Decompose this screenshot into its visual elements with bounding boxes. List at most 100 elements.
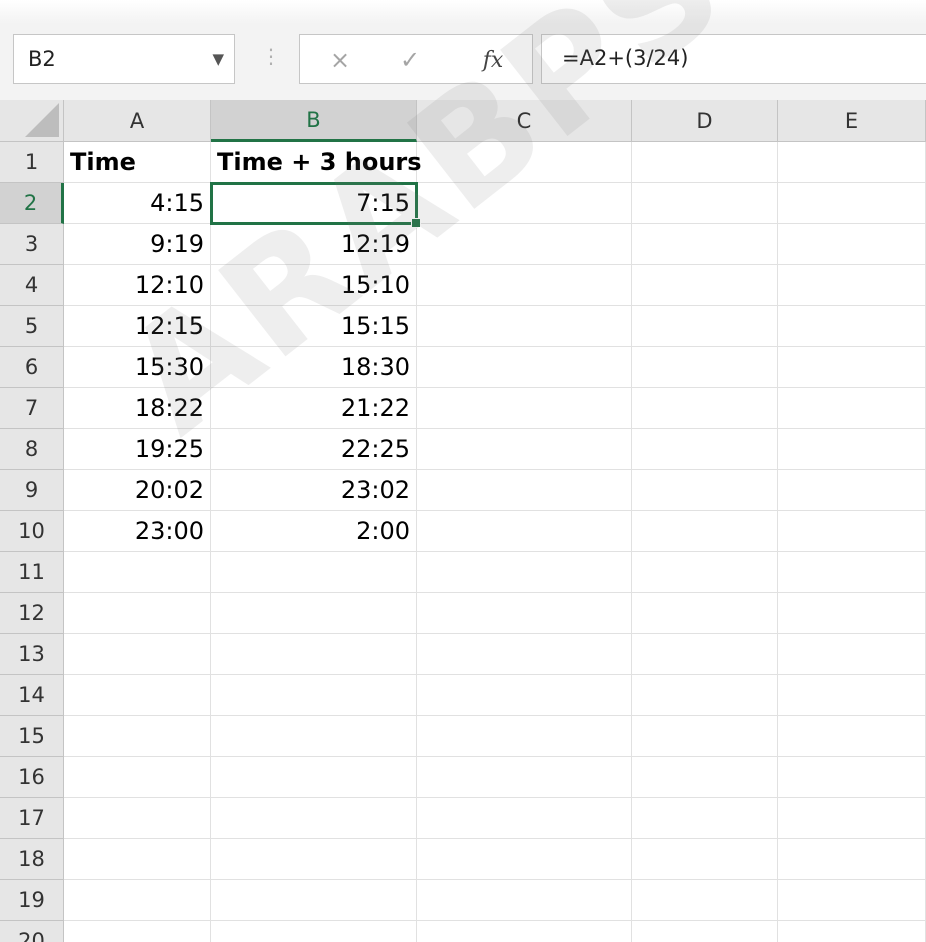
row-header-14[interactable]: 14 [0,675,64,716]
cell-c11[interactable] [417,552,632,593]
cell-a7[interactable]: 18:22 [64,388,211,429]
grip-dots-icon[interactable]: ⋮ [261,44,281,68]
cell-e12[interactable] [778,593,926,634]
cell-c4[interactable] [417,265,632,306]
name-box[interactable]: B2 ▼ [13,34,235,84]
cell-c8[interactable] [417,429,632,470]
cell-d10[interactable] [632,511,778,552]
cell-c6[interactable] [417,347,632,388]
cell-b5[interactable]: 15:15 [211,306,417,347]
close-icon[interactable]: × [320,35,360,85]
cell-b10[interactable]: 2:00 [211,511,417,552]
cell-c3[interactable] [417,224,632,265]
cell-a3[interactable]: 9:19 [64,224,211,265]
cell-a19[interactable] [64,880,211,921]
cell-c5[interactable] [417,306,632,347]
cell-d16[interactable] [632,757,778,798]
cell-e17[interactable] [778,798,926,839]
cell-d1[interactable] [632,142,778,183]
row-header-11[interactable]: 11 [0,552,64,593]
cell-c13[interactable] [417,634,632,675]
row-header-10[interactable]: 10 [0,511,64,552]
column-header-c[interactable]: C [417,100,632,142]
cell-e11[interactable] [778,552,926,593]
cell-a14[interactable] [64,675,211,716]
cell-d4[interactable] [632,265,778,306]
row-header-1[interactable]: 1 [0,142,64,183]
row-header-2[interactable]: 2 [0,183,64,224]
column-header-d[interactable]: D [632,100,778,142]
cell-b8[interactable]: 22:25 [211,429,417,470]
cell-e8[interactable] [778,429,926,470]
row-header-20[interactable]: 20 [0,921,64,942]
row-header-6[interactable]: 6 [0,347,64,388]
cell-c15[interactable] [417,716,632,757]
cell-d14[interactable] [632,675,778,716]
cell-d19[interactable] [632,880,778,921]
cell-a5[interactable]: 12:15 [64,306,211,347]
row-header-4[interactable]: 4 [0,265,64,306]
cell-d2[interactable] [632,183,778,224]
cell-b17[interactable] [211,798,417,839]
cell-d18[interactable] [632,839,778,880]
cell-e20[interactable] [778,921,926,942]
cell-e19[interactable] [778,880,926,921]
cell-d5[interactable] [632,306,778,347]
cell-c9[interactable] [417,470,632,511]
cell-d11[interactable] [632,552,778,593]
cell-a11[interactable] [64,552,211,593]
cell-b1[interactable]: Time + 3 hours [211,142,422,183]
cell-b18[interactable] [211,839,417,880]
row-header-3[interactable]: 3 [0,224,64,265]
cell-e2[interactable] [778,183,926,224]
cell-c16[interactable] [417,757,632,798]
cell-c19[interactable] [417,880,632,921]
column-header-e[interactable]: E [778,100,926,142]
row-header-7[interactable]: 7 [0,388,64,429]
cell-c7[interactable] [417,388,632,429]
cell-c12[interactable] [417,593,632,634]
cell-e1[interactable] [778,142,926,183]
formula-input[interactable]: =A2+(3/24) [541,34,926,84]
column-header-a[interactable]: A [64,100,211,142]
cell-e9[interactable] [778,470,926,511]
fx-icon[interactable]: fx [468,35,518,85]
cell-b16[interactable] [211,757,417,798]
row-header-9[interactable]: 9 [0,470,64,511]
cell-b9[interactable]: 23:02 [211,470,417,511]
cell-a8[interactable]: 19:25 [64,429,211,470]
cell-d6[interactable] [632,347,778,388]
cell-a4[interactable]: 12:10 [64,265,211,306]
cell-b11[interactable] [211,552,417,593]
row-header-13[interactable]: 13 [0,634,64,675]
fill-handle[interactable] [411,218,421,228]
cell-b19[interactable] [211,880,417,921]
cell-b6[interactable]: 18:30 [211,347,417,388]
cell-b15[interactable] [211,716,417,757]
select-all-button[interactable] [0,100,64,142]
chevron-down-icon[interactable]: ▼ [212,50,224,68]
cell-b13[interactable] [211,634,417,675]
row-header-19[interactable]: 19 [0,880,64,921]
cell-a15[interactable] [64,716,211,757]
cell-b7[interactable]: 21:22 [211,388,417,429]
row-header-5[interactable]: 5 [0,306,64,347]
cell-e3[interactable] [778,224,926,265]
cell-e13[interactable] [778,634,926,675]
cell-b14[interactable] [211,675,417,716]
cell-d8[interactable] [632,429,778,470]
cell-e14[interactable] [778,675,926,716]
row-header-15[interactable]: 15 [0,716,64,757]
cell-e4[interactable] [778,265,926,306]
cell-a13[interactable] [64,634,211,675]
cell-a6[interactable]: 15:30 [64,347,211,388]
cell-e6[interactable] [778,347,926,388]
cell-a20[interactable] [64,921,211,942]
cell-d15[interactable] [632,716,778,757]
cell-c18[interactable] [417,839,632,880]
cell-d17[interactable] [632,798,778,839]
cell-c10[interactable] [417,511,632,552]
row-header-17[interactable]: 17 [0,798,64,839]
row-header-16[interactable]: 16 [0,757,64,798]
cell-b2[interactable]: 7:15 [210,182,421,228]
